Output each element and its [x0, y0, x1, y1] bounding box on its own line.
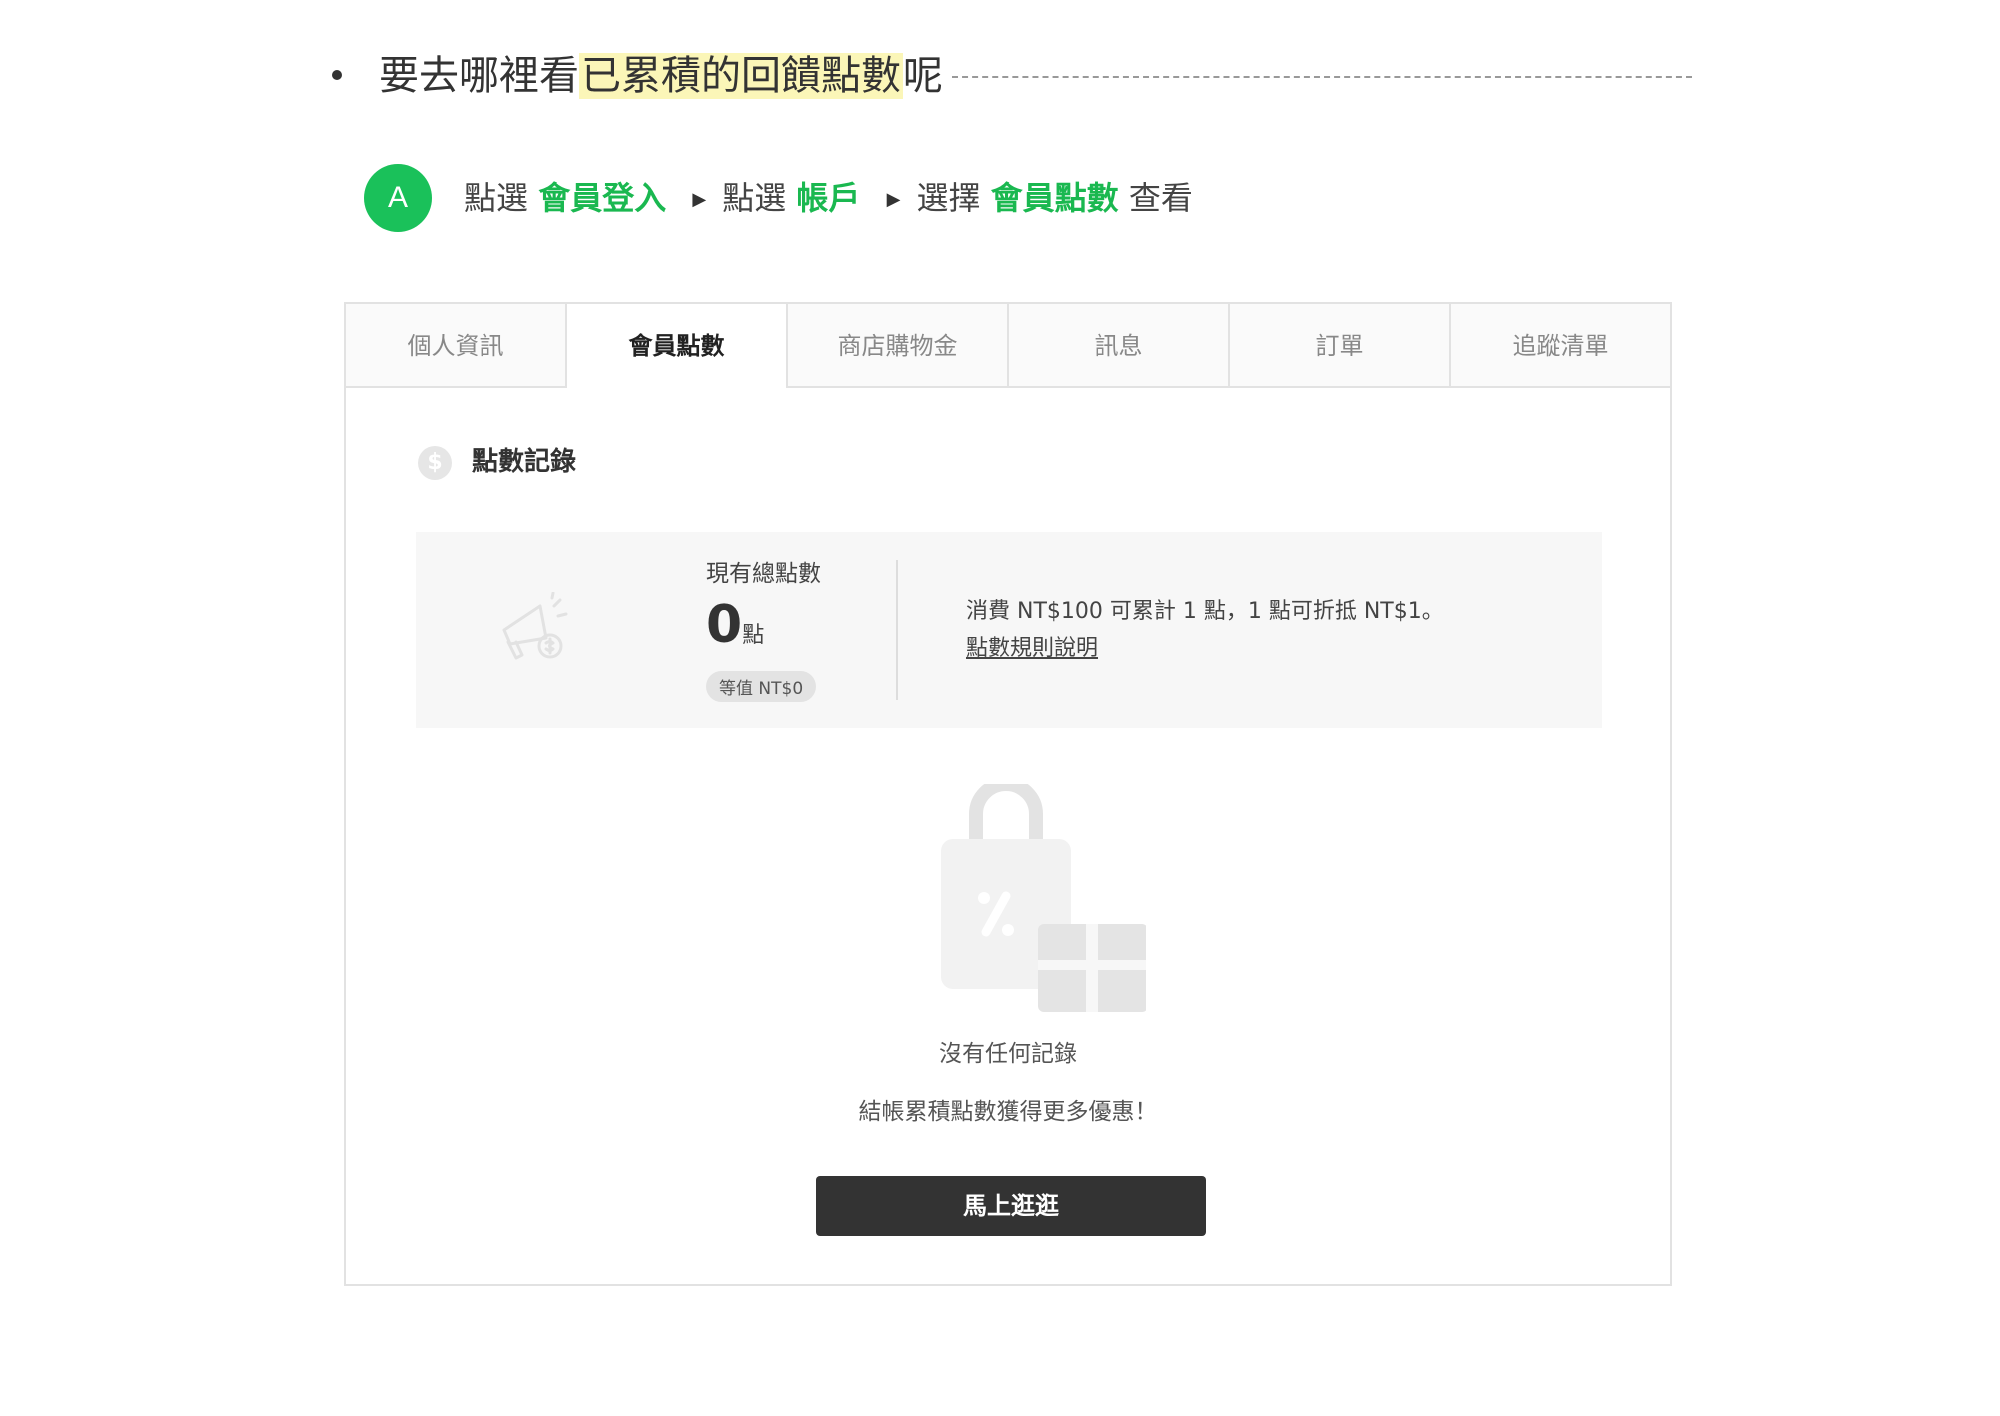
step-verb-4: 查看	[1128, 179, 1193, 217]
points-equivalent-badge: 等值 NT$0	[706, 671, 817, 702]
dollar-icon: $	[418, 445, 452, 480]
account-panel: 個人資訊 會員點數 商店購物金 訊息 訂單 追蹤清單 $ 點數記錄 現有總點數 0…	[344, 302, 1672, 1286]
step-instruction: A 點選 會員登入 ▶ 點選 帳戶 ▶ 選擇 會員點數 查看	[364, 164, 1664, 232]
arrow-right-icon: ▶	[886, 189, 901, 210]
step-target-account: 帳戶	[796, 179, 861, 217]
step-verb-1: 點選	[464, 179, 529, 217]
question-text-post: 呢	[903, 53, 943, 99]
vertical-divider	[896, 560, 898, 700]
points-unit: 點	[742, 623, 765, 648]
step-badge: A	[364, 164, 432, 232]
points-rule-text: 消費 NT$100 可累計 1 點，1 點可折抵 NT$1。	[966, 599, 1444, 624]
question-text-highlight: 已累積的回饋點數	[579, 53, 903, 99]
faq-question-row: 要去哪裡看已累積的回饋點數呢	[332, 48, 1692, 104]
empty-state-subtitle: 結帳累積點數獲得更多優惠！	[858, 1099, 1158, 1125]
tab-wishlist[interactable]: 追蹤清單	[1451, 304, 1670, 388]
step-verb-2: 點選	[722, 179, 787, 217]
points-total-label: 現有總點數	[706, 561, 821, 587]
step-text: 點選 會員登入 ▶ 點選 帳戶 ▶ 選擇 會員點數 查看	[464, 164, 1193, 238]
tab-store-credit[interactable]: 商店購物金	[788, 304, 1009, 388]
step-verb-3: 選擇	[916, 179, 981, 217]
points-summary: 現有總點數 0點 等值 NT$0 消費 NT$100 可累計 1 點，1 點可折…	[416, 532, 1602, 728]
megaphone-icon	[502, 592, 568, 660]
question-text-pre: 要去哪裡看	[379, 53, 579, 99]
section-title-text: 點數記錄	[472, 447, 577, 477]
points-rules: 消費 NT$100 可累計 1 點，1 點可折抵 NT$1。 點數規則說明	[966, 594, 1444, 668]
account-tabs: 個人資訊 會員點數 商店購物金 訊息 訂單 追蹤清單	[346, 304, 1670, 388]
tab-profile[interactable]: 個人資訊	[346, 304, 567, 388]
bullet-icon	[332, 70, 342, 80]
shopping-bag-icon	[941, 784, 1146, 1012]
points-total: 現有總點數 0點 等值 NT$0	[706, 558, 896, 702]
dotted-divider	[952, 76, 1692, 78]
section-title: $ 點數記錄	[418, 444, 576, 480]
tab-orders[interactable]: 訂單	[1230, 304, 1451, 388]
tab-member-points[interactable]: 會員點數	[567, 304, 788, 388]
faq-question: 要去哪裡看已累積的回饋點數呢	[379, 48, 943, 104]
points-rule-link[interactable]: 點數規則說明	[966, 630, 1444, 668]
empty-state-title: 沒有任何記錄	[939, 1041, 1077, 1067]
tab-messages[interactable]: 訊息	[1009, 304, 1230, 388]
points-value: 0點	[706, 594, 896, 667]
shop-now-button[interactable]: 馬上逛逛	[816, 1176, 1206, 1236]
step-target-login: 會員登入	[538, 179, 667, 217]
points-number: 0	[706, 595, 743, 655]
arrow-right-icon: ▶	[692, 189, 707, 210]
step-target-points: 會員點數	[990, 179, 1119, 217]
